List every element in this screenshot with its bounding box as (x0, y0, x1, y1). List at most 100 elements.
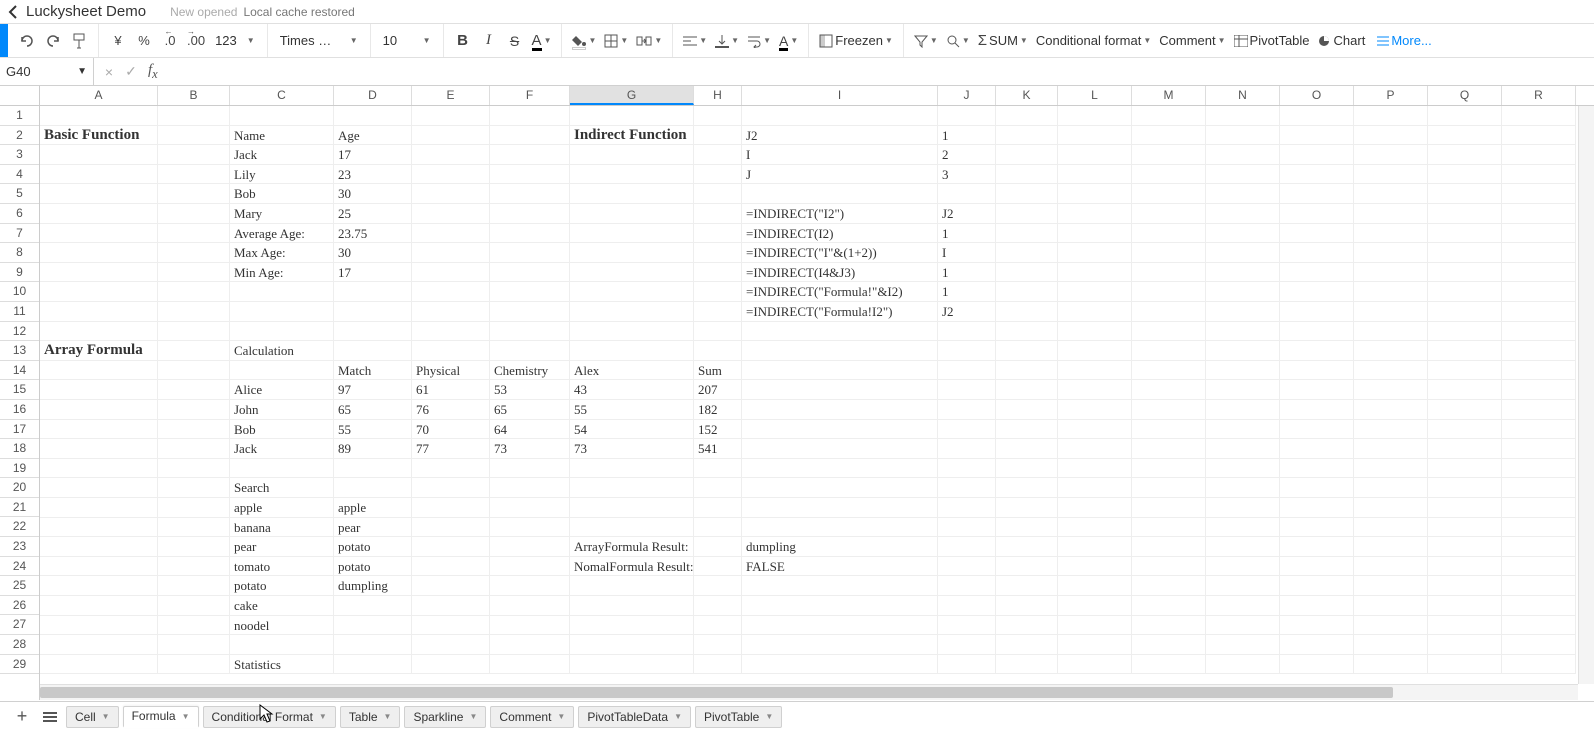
cell-J17[interactable] (938, 420, 996, 440)
cell-G20[interactable] (570, 478, 694, 498)
cell-D6-value[interactable]: 25 (334, 204, 412, 224)
more-button[interactable]: More... (1369, 33, 1439, 48)
col-header-Q[interactable]: Q (1428, 86, 1502, 105)
cell-N7[interactable] (1206, 224, 1280, 244)
cell-N23[interactable] (1206, 537, 1280, 557)
cell-K13[interactable] (996, 341, 1058, 361)
row-header-28[interactable]: 28 (0, 635, 39, 655)
cell-F21[interactable] (490, 498, 570, 518)
hscroll-thumb[interactable] (40, 687, 1393, 698)
cell-M8[interactable] (1132, 243, 1206, 263)
cell-D24-value[interactable]: potato (334, 557, 412, 577)
cell-D10[interactable] (334, 282, 412, 302)
cell-J12[interactable] (938, 322, 996, 342)
cell-P3[interactable] (1354, 145, 1428, 165)
col-header-C[interactable]: C (230, 86, 334, 105)
cell-L14[interactable] (1058, 361, 1132, 381)
cell-B10[interactable] (158, 282, 230, 302)
cell-E11[interactable] (412, 302, 490, 322)
font-size-select[interactable]: 10▼ (377, 28, 437, 54)
sheet-tab-pivottable[interactable]: PivotTable▼ (695, 706, 782, 728)
cell-M19[interactable] (1132, 459, 1206, 479)
cell-L17[interactable] (1058, 420, 1132, 440)
cell-J9-value[interactable]: 1 (938, 263, 996, 283)
cell-R24[interactable] (1502, 557, 1576, 577)
cell-D9-value[interactable]: 17 (334, 263, 412, 283)
cell-C29-value[interactable]: Statistics (230, 655, 334, 675)
cell-B19[interactable] (158, 459, 230, 479)
cell-Q18[interactable] (1428, 439, 1502, 459)
cell-K15[interactable] (996, 380, 1058, 400)
percent-button[interactable]: % (131, 28, 157, 54)
cell-J4-value[interactable]: 3 (938, 165, 996, 185)
col-header-E[interactable]: E (412, 86, 490, 105)
cell-L8[interactable] (1058, 243, 1132, 263)
cell-M23[interactable] (1132, 537, 1206, 557)
cell-Q5[interactable] (1428, 184, 1502, 204)
cell-R17[interactable] (1502, 420, 1576, 440)
cell-B13[interactable] (158, 341, 230, 361)
cell-B14[interactable] (158, 361, 230, 381)
cell-M17[interactable] (1132, 420, 1206, 440)
cell-Q4[interactable] (1428, 165, 1502, 185)
cell-J3-value[interactable]: 2 (938, 145, 996, 165)
cell-K7[interactable] (996, 224, 1058, 244)
cell-P4[interactable] (1354, 165, 1428, 185)
row-header-23[interactable]: 23 (0, 537, 39, 557)
cell-E9[interactable] (412, 263, 490, 283)
cell-I8-value[interactable]: =INDIRECT("I"&(1+2)) (742, 243, 938, 263)
cell-C13-value[interactable]: Calculation (230, 341, 334, 361)
sheet-tab-cell[interactable]: Cell▼ (66, 706, 119, 728)
cell-K25[interactable] (996, 576, 1058, 596)
cell-L4[interactable] (1058, 165, 1132, 185)
conditional-format-button[interactable]: Conditional format▼ (1032, 28, 1155, 54)
cell-L13[interactable] (1058, 341, 1132, 361)
cell-I22[interactable] (742, 518, 938, 538)
cell-C5-value[interactable]: Bob (230, 184, 334, 204)
cell-J21[interactable] (938, 498, 996, 518)
cell-F8[interactable] (490, 243, 570, 263)
cell-L5[interactable] (1058, 184, 1132, 204)
cell-J20[interactable] (938, 478, 996, 498)
sheet-tab-table[interactable]: Table▼ (340, 706, 401, 728)
row-header-13[interactable]: 13 (0, 341, 39, 361)
cell-R9[interactable] (1502, 263, 1576, 283)
cell-J23[interactable] (938, 537, 996, 557)
cell-B24[interactable] (158, 557, 230, 577)
cell-L9[interactable] (1058, 263, 1132, 283)
cell-K22[interactable] (996, 518, 1058, 538)
font-family-select[interactable]: Times …▼ (274, 28, 364, 54)
row-header-3[interactable]: 3 (0, 145, 39, 165)
cell-P21[interactable] (1354, 498, 1428, 518)
cell-R3[interactable] (1502, 145, 1576, 165)
row-header-4[interactable]: 4 (0, 165, 39, 185)
cell-P15[interactable] (1354, 380, 1428, 400)
col-header-K[interactable]: K (996, 86, 1058, 105)
cell-O18[interactable] (1280, 439, 1354, 459)
cell-E14-value[interactable]: Physical (412, 361, 490, 381)
cell-N25[interactable] (1206, 576, 1280, 596)
cell-R14[interactable] (1502, 361, 1576, 381)
cell-E20[interactable] (412, 478, 490, 498)
cell-F28[interactable] (490, 635, 570, 655)
cell-D5-value[interactable]: 30 (334, 184, 412, 204)
cell-R11[interactable] (1502, 302, 1576, 322)
cell-J7-value[interactable]: 1 (938, 224, 996, 244)
cell-A23[interactable] (40, 537, 158, 557)
cell-H7[interactable] (694, 224, 742, 244)
cell-J27[interactable] (938, 616, 996, 636)
cell-E27[interactable] (412, 616, 490, 636)
cell-B20[interactable] (158, 478, 230, 498)
cell-R5[interactable] (1502, 184, 1576, 204)
cell-N2[interactable] (1206, 126, 1280, 146)
cell-N15[interactable] (1206, 380, 1280, 400)
cell-H16-value[interactable]: 182 (694, 400, 742, 420)
cell-L11[interactable] (1058, 302, 1132, 322)
row-header-29[interactable]: 29 (0, 655, 39, 675)
filter-button[interactable]: ▼ (910, 28, 942, 54)
cell-N1[interactable] (1206, 106, 1280, 126)
cell-D7-value[interactable]: 23.75 (334, 224, 412, 244)
text-color-button2[interactable]: A▼ (775, 28, 802, 54)
cell-H1[interactable] (694, 106, 742, 126)
cell-E28[interactable] (412, 635, 490, 655)
